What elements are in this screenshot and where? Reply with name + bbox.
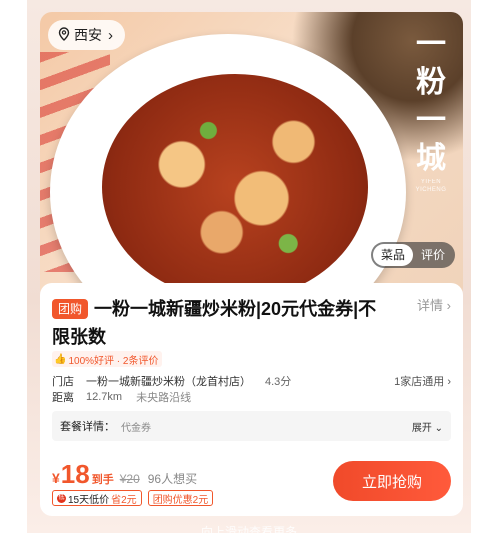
deal-card: 团购 一粉一城新疆炒米粉|20元代金券|不限张数 详情 › 👍 100%好评 · … [40,283,463,516]
low-price-icon: 低 [57,493,66,503]
distance-row: 距离 12.7km 未央路沿线 [52,389,191,405]
location-selector[interactable]: 西安 › [48,20,125,50]
package-details[interactable]: 套餐详情： 代金券 展开 ⌄ [52,411,451,441]
brand-logo: 一粉一城 YIFEN YICHENG [407,26,455,194]
store-rating: 4.3分 [265,376,292,388]
discount-badges: 低 15天低价 省2元 团购优惠2元 [52,490,214,506]
chevron-right-icon: › [447,376,451,388]
group-buy-tag: 团购 [52,299,89,319]
expand-label: 展开 [411,422,432,434]
package-label: 套餐详情： [60,421,115,433]
location-pin-icon [58,26,70,44]
dish-photo[interactable]: 一粉一城 YIFEN YICHENG 西安 › 菜品 评价 [40,12,463,300]
media-segment-control[interactable]: 菜品 评价 [371,242,455,268]
distance-note: 未央路沿线 [136,392,192,404]
group-discount-text: 团购优惠2元 [152,494,209,506]
details-link[interactable]: 详情 › [417,295,451,314]
details-label: 详情 [417,298,444,313]
chevron-right-icon: › [446,298,451,313]
buy-now-button[interactable]: 立即抢购 [333,461,451,501]
segment-reviews[interactable]: 评价 [413,244,453,266]
deal-page: 一粉一城 YIFEN YICHENG 西安 › 菜品 评价 团购 一粉一城新疆炒米… [27,0,471,539]
chevron-down-icon: ⌄ [434,422,443,434]
applicable-stores-link[interactable]: 1家店通用 › [394,373,451,389]
low-price-badge: 低 15天低价 省2元 [52,490,142,506]
price-suffix: 到手 [91,474,114,486]
store-row[interactable]: 门店 一粉一城新疆炒米粉（龙首村店） 4.3分 [52,373,291,389]
deal-title: 团购 一粉一城新疆炒米粉|20元代金券|不限张数 [52,295,392,351]
fried-noodles-dish [102,74,368,300]
praise-text: 100%好评 · 2条评价 [68,355,159,367]
location-city: 西安 [74,27,102,43]
price-current: 18 [60,459,90,489]
deal-title-text: 一粉一城新疆炒米粉|20元代金券|不限张数 [52,299,377,347]
brand-logo-sub: YIFEN YICHENG [415,179,447,193]
distance-value: 12.7km [86,391,123,403]
brand-logo-text: 一粉一城 [416,27,446,176]
store-label: 门店 [52,376,74,388]
praise-badge[interactable]: 👍 100%好评 · 2条评价 [52,351,163,367]
price-block: ¥ 18 到手 ¥20 96人想买 [52,459,197,490]
package-value: 代金券 [121,422,151,434]
thumbs-up-icon: 👍 [54,353,67,365]
expand-toggle[interactable]: 展开 ⌄ [412,419,443,434]
group-discount-badge: 团购优惠2元 [147,490,214,506]
want-count: 96人想买 [147,472,198,486]
scroll-hint: 向上滑动查看更多 [200,525,297,539]
chevron-right-icon: › [108,26,113,44]
applicable-stores-label: 1家店通用 [394,376,445,388]
segment-dishes[interactable]: 菜品 [373,244,413,266]
store-name: 一粉一城新疆炒米粉（龙首村店） [86,376,251,388]
low-price-saving: 省2元 [111,494,137,506]
price-original: ¥20 [119,472,140,486]
price-currency: ¥ [52,470,60,486]
low-price-text: 15天低价 [68,494,110,506]
distance-label: 距离 [52,392,74,404]
